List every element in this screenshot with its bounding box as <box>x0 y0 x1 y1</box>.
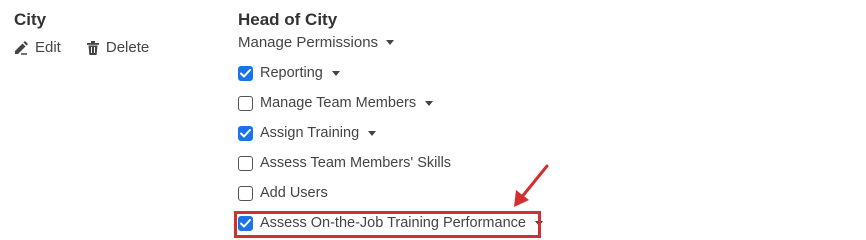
edit-button[interactable]: Edit <box>14 39 61 56</box>
manage-permissions-dropdown[interactable]: Manage Permissions <box>238 34 395 51</box>
permission-checkbox[interactable] <box>238 185 253 201</box>
chevron-down-icon[interactable] <box>368 130 377 136</box>
permission-row: Assess Team Members' Skills <box>238 155 451 171</box>
city-title: City <box>14 10 47 29</box>
chevron-down-icon <box>386 40 395 45</box>
permission-label: Add Users <box>260 185 328 201</box>
permission-checkbox[interactable] <box>238 65 253 81</box>
city-actions: Edit Delete <box>14 39 149 56</box>
permission-label: Manage Team Members <box>260 95 417 111</box>
permission-row: Manage Team Members <box>238 95 434 111</box>
delete-button[interactable]: Delete <box>86 39 150 56</box>
arrow-icon <box>514 164 549 207</box>
permission-label: Assess Team Members' Skills <box>260 155 452 171</box>
trash-icon <box>86 40 99 55</box>
permission-row: Reporting <box>238 65 340 81</box>
delete-label: Delete <box>105 39 150 56</box>
permission-checkbox[interactable] <box>238 125 253 141</box>
head-of-city-column: Head of City Manage Permissions Reportin… <box>238 9 543 231</box>
permission-checkbox[interactable] <box>238 155 253 171</box>
city-column: City Edit Delete <box>14 9 149 56</box>
permission-checkbox[interactable] <box>238 95 253 111</box>
permission-row: Add Users <box>238 185 328 201</box>
role-title: Head of City <box>238 10 338 29</box>
chevron-down-icon[interactable] <box>331 70 340 76</box>
chevron-down-icon[interactable] <box>425 100 434 106</box>
edit-icon <box>15 40 28 55</box>
manage-permissions-label: Manage Permissions <box>238 34 379 51</box>
highlight-box <box>234 211 541 238</box>
edit-label: Edit <box>35 39 61 56</box>
permission-row: Assign Training <box>238 125 377 141</box>
permission-label: Assign Training <box>260 125 360 141</box>
permission-label: Reporting <box>260 65 323 81</box>
